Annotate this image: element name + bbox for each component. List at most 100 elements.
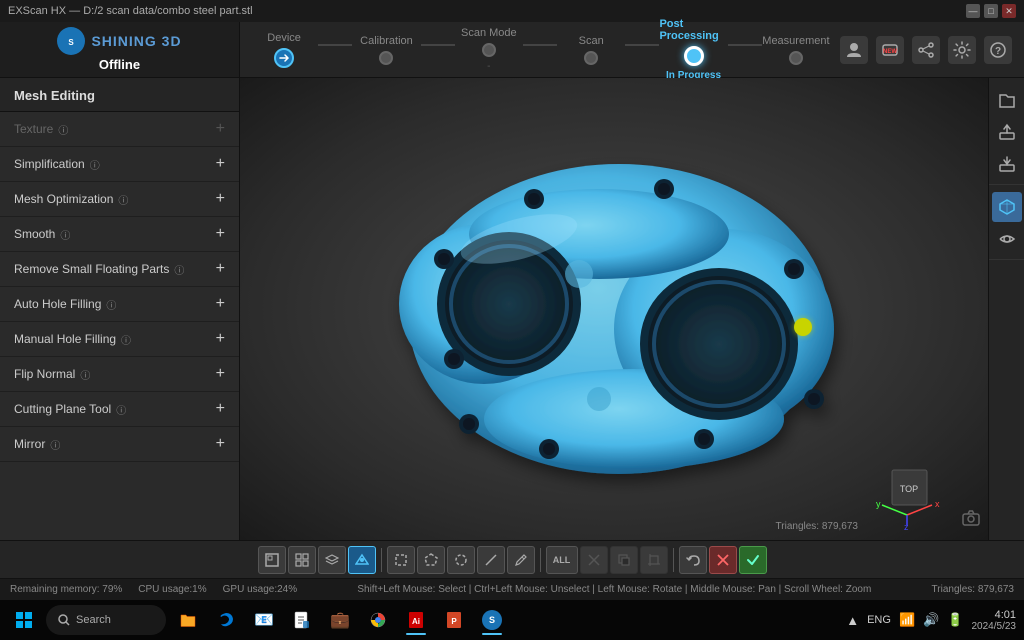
3d-view-icon[interactable] bbox=[992, 192, 1022, 222]
nav-step-measurement[interactable]: Measurement bbox=[762, 35, 830, 65]
navigation-steps: Device Calibration Scan Mode - Scan Po bbox=[240, 22, 840, 77]
manual-hole-expand-icon[interactable]: + bbox=[216, 330, 225, 348]
tray-expand[interactable]: ▲ bbox=[846, 613, 859, 628]
toolbar-subtract-btn[interactable] bbox=[610, 546, 638, 574]
toolbar-select-poly-btn[interactable] bbox=[417, 546, 445, 574]
taskbar-search[interactable]: Search bbox=[46, 605, 166, 635]
mesh-opt-expand-icon[interactable]: + bbox=[216, 190, 225, 208]
tray-lang[interactable]: ENG bbox=[867, 614, 891, 626]
nav-connector-1 bbox=[318, 44, 352, 46]
sidebar-item-auto-hole[interactable]: Auto Hole Filling ⓘ + bbox=[0, 287, 239, 322]
cursor-dot bbox=[794, 318, 812, 336]
toolbar-cancel-sel-btn[interactable] bbox=[580, 546, 608, 574]
close-button[interactable]: ✕ bbox=[1002, 4, 1016, 18]
toolbar-undo-btn[interactable] bbox=[679, 546, 707, 574]
toolbar-select-all-btn[interactable]: ALL bbox=[546, 546, 578, 574]
sidebar: Mesh Editing Texture ⓘ + Simplification … bbox=[0, 78, 240, 540]
svg-text:y: y bbox=[876, 499, 881, 509]
nav-step-device-dot bbox=[274, 48, 294, 68]
minimize-button[interactable]: — bbox=[966, 4, 980, 18]
taskbar-app-notepad[interactable] bbox=[286, 604, 318, 636]
nav-step-scan-mode-dot bbox=[482, 43, 496, 57]
new-badge-icon[interactable]: NEW bbox=[876, 36, 904, 64]
visibility-toggle-icon[interactable] bbox=[992, 224, 1022, 254]
sidebar-item-texture[interactable]: Texture ⓘ + bbox=[0, 112, 239, 147]
help-icon[interactable]: ? bbox=[984, 36, 1012, 64]
taskbar-clock[interactable]: 4:01 2024/5/23 bbox=[972, 609, 1017, 632]
sidebar-item-manual-hole[interactable]: Manual Hole Filling ⓘ + bbox=[0, 322, 239, 357]
toolbar-layers-btn[interactable] bbox=[318, 546, 346, 574]
sidebar-item-flip-normal[interactable]: Flip Normal ⓘ + bbox=[0, 357, 239, 392]
taskbar-app-teams[interactable]: 💼 bbox=[324, 604, 356, 636]
nav-step-calibration[interactable]: Calibration bbox=[352, 35, 420, 65]
camera-icon[interactable] bbox=[962, 509, 980, 532]
export-icon[interactable] bbox=[992, 117, 1022, 147]
sidebar-item-simplification[interactable]: Simplification ⓘ + bbox=[0, 147, 239, 182]
sidebar-item-mirror[interactable]: Mirror ⓘ + bbox=[0, 427, 239, 462]
sidebar-item-remove-floating[interactable]: Remove Small Floating Parts ⓘ + bbox=[0, 252, 239, 287]
titlebar: EXScan HX — D:/2 scan data/combo steel p… bbox=[0, 0, 1024, 22]
sidebar-item-mesh-optimization[interactable]: Mesh Optimization ⓘ + bbox=[0, 182, 239, 217]
taskbar-app-acrobat[interactable]: Ai bbox=[400, 604, 432, 636]
taskbar-app-explorer[interactable] bbox=[172, 604, 204, 636]
cpu-status: CPU usage:1% bbox=[138, 584, 206, 595]
taskbar-app-edge[interactable] bbox=[210, 604, 242, 636]
cutting-plane-expand-icon[interactable]: + bbox=[216, 400, 225, 418]
profile-icon[interactable] bbox=[840, 36, 868, 64]
mirror-expand-icon[interactable]: + bbox=[216, 435, 225, 453]
texture-expand-icon[interactable]: + bbox=[216, 120, 225, 138]
nav-step-scan-mode[interactable]: Scan Mode - bbox=[455, 27, 523, 72]
start-button[interactable] bbox=[8, 604, 40, 636]
toolbar-confirm-btn[interactable] bbox=[739, 546, 767, 574]
import-icon[interactable] bbox=[992, 149, 1022, 179]
toolbar-close-btn[interactable] bbox=[709, 546, 737, 574]
nav-step-measurement-dot bbox=[789, 51, 803, 65]
sidebar-label-cutting-plane: Cutting Plane Tool ⓘ bbox=[14, 402, 126, 417]
taskbar-app-powerpoint[interactable]: P bbox=[438, 604, 470, 636]
taskbar-app-mail[interactable]: 📧 bbox=[248, 604, 280, 636]
toolbar-select-rect-btn[interactable] bbox=[387, 546, 415, 574]
nav-step-calibration-dot bbox=[379, 51, 393, 65]
simplification-expand-icon[interactable]: + bbox=[216, 155, 225, 173]
toolbar-grid-btn[interactable] bbox=[288, 546, 316, 574]
toolbar-crop-btn[interactable] bbox=[640, 546, 668, 574]
toolbar: ALL bbox=[0, 540, 1024, 578]
tray-wifi[interactable]: 📶 bbox=[899, 612, 915, 628]
titlebar-text: EXScan HX — D:/2 scan data/combo steel p… bbox=[8, 5, 253, 17]
toolbar-frame-btn[interactable] bbox=[258, 546, 286, 574]
tray-sound[interactable]: 🔊 bbox=[923, 612, 939, 628]
toolbar-select-circle-btn[interactable] bbox=[447, 546, 475, 574]
open-file-icon[interactable] bbox=[992, 85, 1022, 115]
tray-battery[interactable]: 🔋 bbox=[947, 612, 963, 628]
smooth-info-icon: ⓘ bbox=[60, 227, 70, 242]
sidebar-label-manual-hole: Manual Hole Filling ⓘ bbox=[14, 332, 131, 347]
toolbar-scan-mode-btn[interactable] bbox=[348, 546, 376, 574]
toolbar-pen-btn[interactable] bbox=[507, 546, 535, 574]
taskbar-app-shining3d[interactable]: S bbox=[476, 604, 508, 636]
svg-text:?: ? bbox=[995, 46, 1001, 57]
settings-icon[interactable] bbox=[948, 36, 976, 64]
window-controls[interactable]: — □ ✕ bbox=[966, 4, 1016, 18]
viewport[interactable]: TOP x y z Triangles: 879,673 bbox=[240, 78, 988, 540]
remove-floating-info-icon: ⓘ bbox=[174, 262, 184, 277]
share-icon[interactable] bbox=[912, 36, 940, 64]
flip-normal-expand-icon[interactable]: + bbox=[216, 365, 225, 383]
triangle-status: Triangles: 879,673 bbox=[932, 584, 1014, 595]
svg-text:NEW: NEW bbox=[883, 49, 897, 55]
nav-step-device-label: Device bbox=[267, 32, 301, 44]
nav-connector-5 bbox=[728, 44, 762, 46]
memory-status: Remaining memory: 79% bbox=[10, 584, 122, 595]
nav-step-post-dot bbox=[684, 46, 704, 66]
remove-floating-expand-icon[interactable]: + bbox=[216, 260, 225, 278]
nav-step-post-processing[interactable]: Post Processing In Progress bbox=[659, 18, 727, 81]
maximize-button[interactable]: □ bbox=[984, 4, 998, 18]
auto-hole-expand-icon[interactable]: + bbox=[216, 295, 225, 313]
sidebar-item-cutting-plane[interactable]: Cutting Plane Tool ⓘ + bbox=[0, 392, 239, 427]
taskbar-app-chrome[interactable] bbox=[362, 604, 394, 636]
nav-step-device[interactable]: Device bbox=[250, 32, 318, 68]
sidebar-item-smooth[interactable]: Smooth ⓘ + bbox=[0, 217, 239, 252]
toolbar-line-tool-btn[interactable] bbox=[477, 546, 505, 574]
svg-text:Ai: Ai bbox=[412, 617, 420, 626]
nav-step-scan[interactable]: Scan bbox=[557, 35, 625, 65]
smooth-expand-icon[interactable]: + bbox=[216, 225, 225, 243]
